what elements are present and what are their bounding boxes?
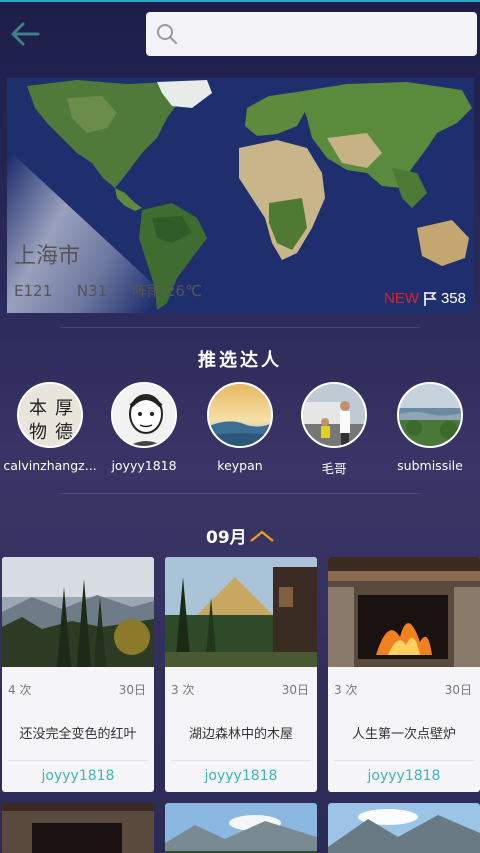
story-card-partial[interactable] xyxy=(2,803,154,853)
back-button[interactable] xyxy=(8,16,44,52)
flag-icon xyxy=(424,291,437,306)
card-photo xyxy=(2,803,154,853)
arrow-left-icon xyxy=(11,22,40,46)
post-day: 30日 xyxy=(118,683,146,697)
month-toggle[interactable]: 09月 xyxy=(206,523,275,548)
card-author[interactable]: joyyy1818 xyxy=(328,768,480,784)
card-photo xyxy=(165,557,317,667)
view-count: 3 次 xyxy=(171,683,195,697)
month-label: 09月 xyxy=(206,528,247,548)
expert-item[interactable]: submissile xyxy=(382,380,478,473)
expert-name: keypan xyxy=(217,458,263,473)
view-count: 3 次 xyxy=(334,683,358,697)
card-meta: 4 次 30日 xyxy=(8,681,146,698)
city-name: 上海市 xyxy=(14,244,81,269)
svg-text:物: 物 xyxy=(29,422,47,443)
svg-text:本: 本 xyxy=(29,398,47,419)
expert-name: submissile xyxy=(397,458,463,473)
weather-text: 阵雨 26℃ xyxy=(131,282,202,300)
flag-count: 358 xyxy=(440,290,466,307)
story-card[interactable]: 3 次 30日 人生第一次点壁炉 joyyy1818 xyxy=(328,557,480,792)
story-card-partial[interactable] xyxy=(165,803,317,853)
recommend-title: 推选达人 xyxy=(198,350,282,371)
divider xyxy=(60,327,420,328)
expert-item[interactable]: 本 厚 物 德 calvinzhangz... xyxy=(2,380,98,473)
card-photo xyxy=(2,557,154,667)
expert-item[interactable]: keypan xyxy=(192,380,288,473)
expert-name: calvinzhangz... xyxy=(3,458,97,473)
card-author[interactable]: joyyy1818 xyxy=(165,768,317,784)
new-badge: NEW xyxy=(383,290,419,307)
avatar xyxy=(111,382,177,448)
story-card[interactable]: 3 次 30日 湖边森林中的木屋 joyyy1818 xyxy=(165,557,317,792)
top-accent-line xyxy=(0,0,480,2)
avatar xyxy=(397,382,463,448)
card-divider xyxy=(171,760,311,761)
search-bar[interactable] xyxy=(146,12,477,56)
search-icon xyxy=(157,24,178,45)
chevron-up-icon xyxy=(249,530,274,542)
card-author[interactable]: joyyy1818 xyxy=(2,768,154,784)
card-title: 还没完全变色的红叶 xyxy=(19,727,137,742)
card-title: 湖边森林中的木屋 xyxy=(188,727,293,742)
expert-name: joyyy1818 xyxy=(111,458,177,473)
post-day: 30日 xyxy=(281,683,309,697)
card-title: 人生第一次点壁炉 xyxy=(351,727,456,742)
avatar xyxy=(207,382,273,448)
new-flag-counter[interactable]: NEW 358 xyxy=(384,290,466,307)
expert-item[interactable]: 毛哥 xyxy=(286,380,382,477)
avatar: 本 厚 物 德 xyxy=(17,382,83,448)
story-card[interactable]: 4 次 30日 还没完全变色的红叶 joyyy1818 xyxy=(2,557,154,792)
expert-item[interactable]: joyyy1818 xyxy=(96,380,192,473)
search-input[interactable] xyxy=(190,20,460,48)
coordinates-weather: E121 N31 阵雨 26℃ xyxy=(14,280,222,301)
story-card-partial[interactable] xyxy=(328,803,480,853)
card-photo xyxy=(328,803,480,853)
post-day: 30日 xyxy=(444,683,472,697)
divider xyxy=(60,493,420,494)
expert-name: 毛哥 xyxy=(321,461,347,476)
latitude: N31 xyxy=(76,282,108,300)
svg-text:厚: 厚 xyxy=(55,398,73,419)
view-count: 4 次 xyxy=(8,683,32,697)
card-photo xyxy=(328,557,480,667)
card-meta: 3 次 30日 xyxy=(171,681,309,698)
svg-text:德: 德 xyxy=(55,422,73,443)
location-map-card[interactable]: 上海市 E121 N31 阵雨 26℃ NEW 358 xyxy=(7,78,474,313)
longitude: E121 xyxy=(14,282,53,300)
card-divider xyxy=(8,760,148,761)
card-divider xyxy=(334,760,474,761)
card-photo xyxy=(165,803,317,853)
card-meta: 3 次 30日 xyxy=(334,681,472,698)
avatar xyxy=(301,382,367,448)
expert-list: 本 厚 物 德 calvinzhangz... joyyy1818 keypan… xyxy=(0,380,480,480)
